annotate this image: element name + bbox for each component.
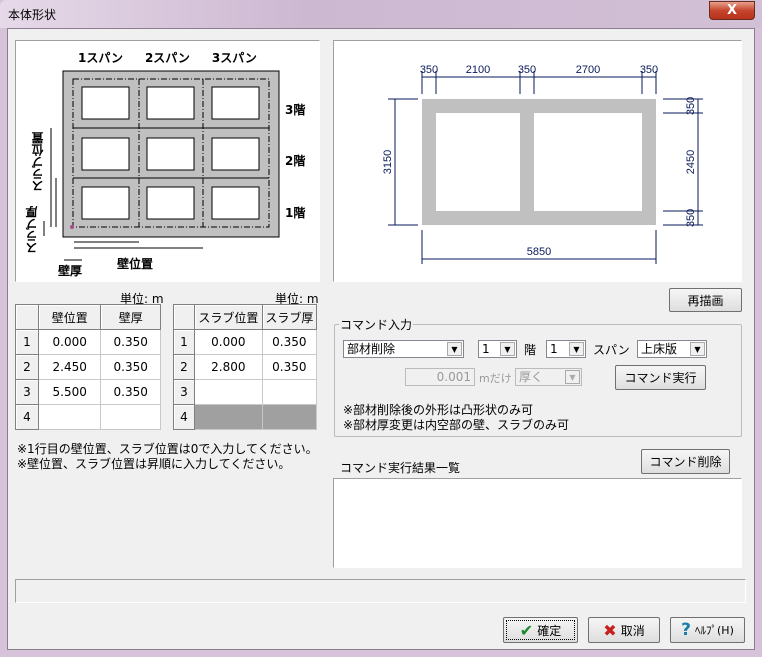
col-header: 壁位置 <box>37 304 102 330</box>
member-select[interactable]: 上床版 ▼ <box>637 340 707 358</box>
structure-diagram <box>15 40 320 282</box>
dim-right-3: 350 <box>685 209 697 227</box>
cell <box>146 137 195 171</box>
execute-command-button[interactable]: コマンド実行 <box>615 365 706 390</box>
floor-label: 階 <box>524 343 537 357</box>
opening <box>436 113 520 211</box>
floor-label-1: 1階 <box>285 206 306 220</box>
dim-top-1: 350 <box>420 64 438 76</box>
cell <box>81 86 130 120</box>
wall-position-label: 壁位置 <box>117 257 154 271</box>
cell <box>211 186 260 220</box>
opening <box>534 113 642 211</box>
cell <box>146 186 195 220</box>
span-select[interactable]: 1 ▼ <box>546 340 586 358</box>
floor-label-2: 2階 <box>285 154 306 168</box>
cell <box>81 137 130 171</box>
section-svg: 350 2100 350 2700 350 5850 3150 350 2450… <box>382 64 703 264</box>
dim-top-5: 350 <box>640 64 658 76</box>
x-icon: ✖ <box>603 620 617 640</box>
slab-table: スラブ位置 スラブ厚 1 0.000 0.350 2 2.800 0.350 3 4 <box>173 304 318 430</box>
span-label-3: 3スパン <box>211 51 257 65</box>
span-label-2: 2スパン <box>144 51 190 65</box>
delete-command-button[interactable]: コマンド削除 <box>641 449 730 474</box>
amount-unit: mだけ <box>479 372 512 385</box>
table-row: 1 0.000 0.350 <box>173 329 318 355</box>
question-icon: ? <box>681 620 691 640</box>
floor-select[interactable]: 1 ▼ <box>478 340 517 358</box>
check-icon: ✔ <box>519 620 534 640</box>
dim-right-1: 350 <box>685 97 697 115</box>
slab-thickness-label: スラブ厚 <box>25 206 39 254</box>
chevron-down-icon: ▼ <box>565 370 580 384</box>
redraw-button[interactable]: 再描画 <box>669 288 742 312</box>
window-title: 本体形状 <box>8 8 57 22</box>
table-row: 3 <box>173 379 318 405</box>
command-note-2: ※部材厚変更は内空部の壁、スラブのみ可 <box>343 418 570 432</box>
table-row: 3 5.500 0.350 <box>15 379 161 405</box>
note-left-1: ※1行目の壁位置、スラブ位置は0で入力してください。 <box>17 442 318 456</box>
help-button[interactable]: ? ﾍﾙﾌﾟ(H) <box>670 617 745 643</box>
table-row: 4 <box>15 404 161 430</box>
results-label: コマンド実行結果一覧 <box>340 461 461 475</box>
col-header: スラブ厚 <box>261 304 318 330</box>
command-group-label: コマンド入力 <box>339 316 414 333</box>
dim-right-2: 2450 <box>685 150 697 174</box>
cell <box>211 137 260 171</box>
table-row: 4 <box>173 404 318 430</box>
dim-bottom: 5850 <box>527 246 551 258</box>
section-preview: 350 2100 350 2700 350 5850 3150 350 2450… <box>333 40 742 282</box>
cancel-button[interactable]: ✖ 取消 <box>588 617 660 643</box>
amount-input[interactable]: 0.001 <box>405 368 475 386</box>
span-label: スパン <box>593 343 630 357</box>
table-row: 2 2.450 0.350 <box>15 354 161 380</box>
cell <box>211 86 260 120</box>
chevron-down-icon: ▼ <box>690 342 705 356</box>
wall-table: 壁位置 壁厚 1 0.000 0.350 2 2.450 0.350 3 5.500 0.35… <box>15 304 161 430</box>
wall-thickness-label: 壁厚 <box>58 264 83 278</box>
cell <box>146 86 195 120</box>
frame-diagram-svg <box>43 70 280 261</box>
col-header: 壁厚 <box>100 304 161 330</box>
dim-top-3: 350 <box>518 64 536 76</box>
table-row: 1 0.000 0.350 <box>15 329 161 355</box>
note-left-2: ※壁位置、スラブ位置は昇順に入力してください。 <box>17 457 291 471</box>
cell <box>81 186 130 220</box>
ok-button[interactable]: ✔ 確定 <box>503 617 578 643</box>
direction-select[interactable]: 厚く ▼ <box>515 368 582 386</box>
floor-label-3: 3階 <box>285 103 306 117</box>
span-label-1: 1スパン <box>78 51 123 65</box>
table-row: 2 2.800 0.350 <box>173 354 318 380</box>
title-bar <box>0 0 762 28</box>
col-header: スラブ位置 <box>194 304 263 330</box>
dim-top-4: 2700 <box>576 64 600 76</box>
chevron-down-icon: ▼ <box>569 342 584 356</box>
command-note-1: ※部材削除後の外形は凸形状のみ可 <box>343 403 534 417</box>
dim-left: 3150 <box>382 150 394 174</box>
slab-position-label: スラブ位置 <box>31 132 45 192</box>
status-bar <box>15 579 746 603</box>
results-list[interactable] <box>333 478 742 568</box>
close-button[interactable]: X <box>709 1 755 20</box>
chevron-down-icon: ▼ <box>447 342 462 356</box>
dim-top-2: 2100 <box>466 64 490 76</box>
action-select[interactable]: 部材削除 ▼ <box>343 340 464 358</box>
chevron-down-icon: ▼ <box>500 342 515 356</box>
